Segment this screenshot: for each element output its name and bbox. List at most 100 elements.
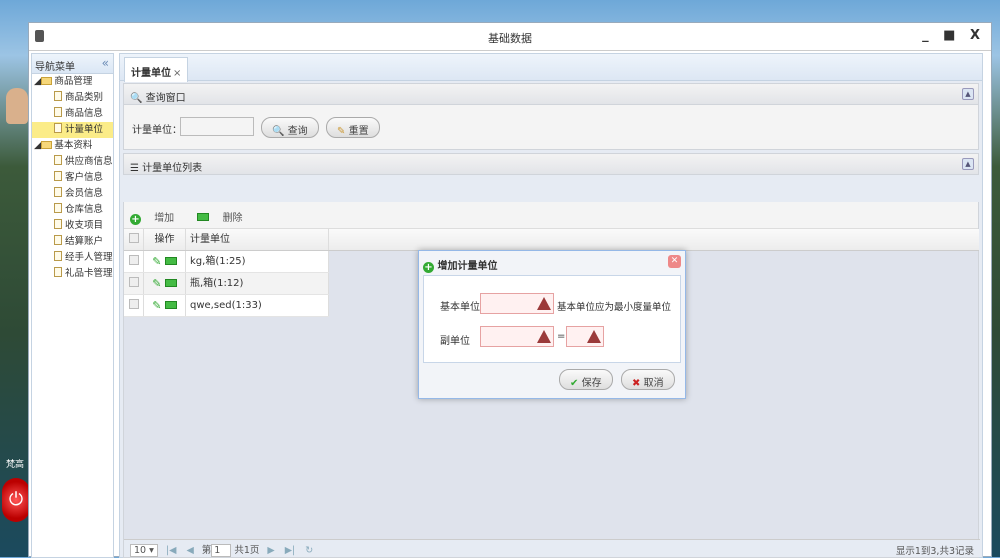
minus-icon (197, 213, 210, 221)
next-page-icon[interactable]: ▶ (267, 545, 274, 556)
col-unit[interactable]: 计量单位 (186, 229, 329, 250)
cancel-icon: ✖ (632, 378, 641, 389)
add-unit-dialog: + 增加计量单位 ✕ 基本单位 基本单位应为最小度量单位 副单位 = ✔ 保存 ✖… (418, 250, 686, 399)
base-unit-input[interactable] (480, 293, 554, 314)
tab-label: 计量单位 (131, 68, 171, 79)
save-button[interactable]: ✔ 保存 (559, 369, 613, 390)
warning-icon (537, 330, 551, 343)
file-icon (54, 155, 62, 165)
edit-icon[interactable]: ✎ (152, 277, 161, 290)
user-avatar-icon[interactable] (6, 88, 28, 124)
last-page-icon[interactable]: ▶| (285, 545, 296, 556)
page-size-select[interactable]: 10 ▾ (130, 544, 158, 557)
file-icon (54, 171, 62, 181)
cancel-button[interactable]: ✖ 取消 (621, 369, 675, 390)
collapse-panel-icon[interactable]: ▲ (962, 88, 974, 100)
plus-icon: + (423, 262, 434, 273)
add-button[interactable]: + 增加 (130, 213, 184, 225)
sidebar-item-warehouse[interactable]: 仓库信息 (32, 202, 113, 218)
equals-sign: = (557, 331, 566, 342)
page-total: 共1页 (234, 545, 260, 556)
sidebar-item-supplier[interactable]: 供应商信息 (32, 154, 113, 170)
sidebar-header: 导航菜单 « (32, 54, 113, 74)
sidebar-item-handler[interactable]: 经手人管理 (32, 250, 113, 266)
item-label: 结算账户 (65, 236, 104, 247)
ratio-input[interactable] (566, 326, 604, 347)
folder-icon (41, 141, 53, 149)
sidebar-item-unit[interactable]: 计量单位 (32, 122, 113, 138)
check-icon: ✔ (570, 378, 579, 389)
window-title: 基础数据 (488, 32, 532, 45)
sidebar-item-goods-info[interactable]: 商品信息 (32, 106, 113, 122)
reset-button[interactable]: ✎ 重置 (326, 117, 380, 138)
collapse-icon[interactable]: « (102, 56, 109, 70)
window-controls[interactable]: _ ■ X (922, 28, 985, 43)
delete-label: 删除 (222, 213, 243, 224)
close-tab-icon[interactable]: × (173, 68, 181, 79)
dialog-footer: ✔ 保存 ✖ 取消 (423, 363, 681, 395)
row-checkbox[interactable] (128, 299, 139, 309)
grid-header: 操作 计量单位 (124, 229, 979, 251)
dialog-title: 增加计量单位 (437, 261, 498, 272)
query-panel-header: 🔍 查询窗口 ▲ (123, 83, 979, 105)
file-icon (54, 235, 62, 245)
list-title: 计量单位列表 (142, 163, 203, 174)
warning-icon (537, 297, 551, 310)
list-toolbar: + 增加 删除 (124, 202, 978, 229)
tab-unit[interactable]: 计量单位 × (124, 57, 189, 82)
delete-row-icon[interactable] (164, 279, 177, 287)
close-icon[interactable]: ✕ (668, 255, 681, 268)
table-row[interactable]: ✎ qwe,sed(1:33) (124, 295, 329, 317)
tab-bar: 计量单位 × (120, 54, 982, 82)
title-bar: 基础数据 _ ■ X (29, 23, 991, 51)
tree-group-goods[interactable]: ◢ 商品管理 (32, 74, 113, 90)
sidebar-item-account[interactable]: 结算账户 (32, 234, 113, 250)
unit-cell: qwe,sed(1:33) (186, 295, 329, 316)
row-checkbox[interactable] (128, 255, 139, 265)
item-label: 商品类别 (65, 92, 104, 103)
sub-unit-input[interactable] (480, 326, 554, 347)
warning-icon (587, 330, 601, 343)
sidebar-item-customer[interactable]: 客户信息 (32, 170, 113, 186)
group-label: 商品管理 (54, 76, 93, 87)
search-icon: 🔍 (272, 126, 285, 137)
sidebar-title: 导航菜单 (35, 62, 75, 73)
delete-row-icon[interactable] (164, 257, 177, 265)
unit-cell: kg,箱(1:25) (186, 251, 329, 272)
item-label: 仓库信息 (65, 204, 104, 215)
search-label: 查询 (287, 126, 308, 137)
dialog-header: + 增加计量单位 ✕ (419, 251, 685, 275)
first-page-icon[interactable]: |◀ (166, 545, 177, 556)
sidebar-item-income[interactable]: 收支项目 (32, 218, 113, 234)
tree-group-basic[interactable]: ◢ 基本资料 (32, 138, 113, 154)
sidebar-item-giftcard[interactable]: 礼品卡管理 (32, 266, 113, 282)
unit-search-input[interactable] (180, 117, 254, 136)
item-label: 供应商信息 (65, 156, 113, 167)
select-all-checkbox[interactable] (128, 233, 139, 243)
folder-icon (41, 77, 53, 85)
delete-row-icon[interactable] (164, 301, 177, 309)
base-unit-hint: 基本单位应为最小度量单位 (557, 302, 672, 313)
sidebar-item-member[interactable]: 会员信息 (32, 186, 113, 202)
edit-icon[interactable]: ✎ (152, 255, 161, 268)
file-icon (54, 91, 62, 101)
unit-label: 计量单位： (132, 125, 182, 136)
file-icon (54, 203, 62, 213)
page-input[interactable]: 1 (211, 544, 232, 557)
prev-page-icon[interactable]: ◀ (186, 545, 193, 556)
delete-button[interactable]: 删除 (197, 213, 252, 224)
sub-unit-label: 副单位 (440, 336, 470, 347)
power-icon[interactable]: ⏻ (2, 478, 30, 522)
edit-icon[interactable]: ✎ (152, 299, 161, 312)
refresh-icon[interactable]: ↻ (305, 545, 313, 556)
cancel-label: 取消 (643, 378, 664, 389)
row-checkbox[interactable] (128, 277, 139, 287)
collapse-panel-icon[interactable]: ▲ (962, 158, 974, 170)
sidebar-item-category[interactable]: 商品类别 (32, 90, 113, 106)
table-row[interactable]: ✎ 瓶,箱(1:12) (124, 273, 329, 295)
add-label: 增加 (154, 213, 175, 224)
reset-label: 重置 (348, 126, 369, 137)
table-row[interactable]: ✎ kg,箱(1:25) (124, 251, 329, 273)
search-button[interactable]: 🔍 查询 (261, 117, 319, 138)
item-label: 收支项目 (65, 220, 104, 231)
